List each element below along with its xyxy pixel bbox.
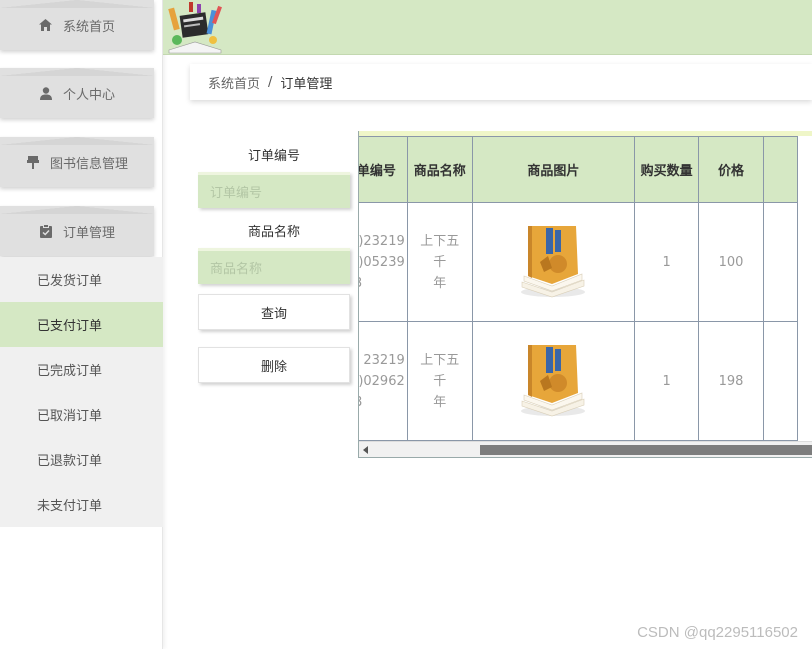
order-no-line: )23219: [358, 233, 405, 249]
submenu-item-completed[interactable]: 已完成订单: [0, 347, 163, 392]
order-no-cell: )23219 )05239 3: [358, 202, 408, 322]
pin-icon: [26, 155, 40, 169]
column-header-product-image[interactable]: 商品图片: [471, 136, 636, 203]
order-no-cell: 23219 )02962 8: [358, 321, 408, 441]
sidebar-item-books[interactable]: 图书信息管理: [0, 137, 154, 187]
submenu-item-unpaid[interactable]: 未支付订单: [0, 482, 163, 527]
submenu-item-cancelled[interactable]: 已取消订单: [0, 392, 163, 437]
product-name-line: 上下五千: [420, 233, 460, 270]
clipboard-icon: [39, 224, 53, 238]
breadcrumb-current: 订单管理: [280, 76, 333, 92]
product-name-cell: 上下五千 年: [406, 321, 473, 441]
order-no-line: )05239: [358, 254, 405, 270]
order-no-line: 23219: [363, 352, 405, 368]
app-root: 系统首页 个人中心 图书信息管理 订单管理 已发货订单 已支付订单 已完成订单 …: [0, 0, 812, 649]
column-header-price[interactable]: 价格: [698, 136, 764, 203]
price-cell: 198: [698, 321, 764, 441]
product-name-line: 年: [433, 394, 447, 410]
order-no-line: 3: [359, 273, 405, 294]
price-cell: 100: [698, 202, 764, 322]
breadcrumb-separator: /: [268, 74, 273, 90]
sidebar-item-label: 个人中心: [62, 87, 115, 103]
orders-submenu: 已发货订单 已支付订单 已完成订单 已取消订单 已退款订单 未支付订单: [0, 257, 163, 527]
quantity-cell: 1: [634, 321, 700, 441]
product-image-cell: [471, 202, 636, 322]
more-cell: [762, 321, 799, 441]
order-no-line: )02962: [358, 373, 405, 389]
breadcrumb: 系统首页 / 订单管理: [190, 64, 812, 100]
column-header-order-no[interactable]: 单编号: [359, 136, 408, 203]
sidebar-item-label: 订单管理: [62, 225, 115, 241]
query-button[interactable]: 查询: [198, 294, 350, 330]
submenu-item-shipped[interactable]: 已发货订单: [0, 257, 163, 302]
scrollbar-thumb[interactable]: [480, 445, 812, 455]
submenu-item-refunded[interactable]: 已退款订单: [0, 437, 163, 482]
home-icon: [39, 18, 53, 32]
product-name-line: 年: [433, 275, 447, 291]
top-bar: [163, 0, 812, 55]
horizontal-scrollbar[interactable]: [359, 441, 812, 457]
scroll-left-arrow-icon[interactable]: [363, 446, 368, 454]
column-header-product-name[interactable]: 商品名称: [406, 136, 473, 203]
sidebar-item-profile[interactable]: 个人中心: [0, 68, 154, 118]
quantity-cell: 1: [634, 202, 700, 322]
table-header-row: 单编号 商品名称 商品图片 购买数量 价格: [359, 136, 799, 203]
table-row[interactable]: 23219 )02962 8 上下五千 年: [358, 321, 799, 441]
orders-table: 单编号 商品名称 商品图片 购买数量 价格 )23219 )05239 3: [358, 136, 799, 441]
product-name-label: 商品名称: [247, 225, 300, 240]
column-header-quantity[interactable]: 购买数量: [634, 136, 700, 203]
order-no-label: 订单编号: [247, 149, 300, 164]
logo-image: [165, 0, 225, 54]
user-icon: [39, 86, 53, 100]
sidebar-item-home[interactable]: 系统首页: [0, 0, 154, 50]
book-cover-image: [518, 341, 588, 421]
table-row[interactable]: )23219 )05239 3 上下五千 年: [358, 202, 799, 322]
watermark: CSDN @qq2295116502: [637, 624, 798, 641]
product-name-input[interactable]: 商品名称: [198, 248, 350, 284]
orders-table-container: 单编号 商品名称 商品图片 购买数量 价格 )23219 )05239 3: [358, 131, 812, 458]
product-image-cell: [471, 321, 636, 441]
submenu-item-paid[interactable]: 已支付订单: [0, 302, 163, 347]
sidebar-item-orders[interactable]: 订单管理: [0, 206, 154, 256]
sidebar-item-label: 图书信息管理: [49, 156, 128, 172]
product-name-line: 上下五千: [420, 352, 460, 389]
breadcrumb-home-link[interactable]: 系统首页: [208, 73, 260, 92]
order-no-line: 8: [359, 392, 405, 413]
delete-button[interactable]: 删除: [198, 347, 350, 383]
product-name-cell: 上下五千 年: [406, 202, 473, 322]
sidebar: 系统首页 个人中心 图书信息管理 订单管理 已发货订单 已支付订单 已完成订单 …: [0, 0, 163, 649]
sidebar-item-label: 系统首页: [62, 19, 115, 35]
more-cell: [762, 202, 799, 322]
book-cover-image: [518, 222, 588, 302]
column-header-more: [762, 136, 799, 203]
order-no-input[interactable]: 订单编号: [198, 172, 350, 208]
